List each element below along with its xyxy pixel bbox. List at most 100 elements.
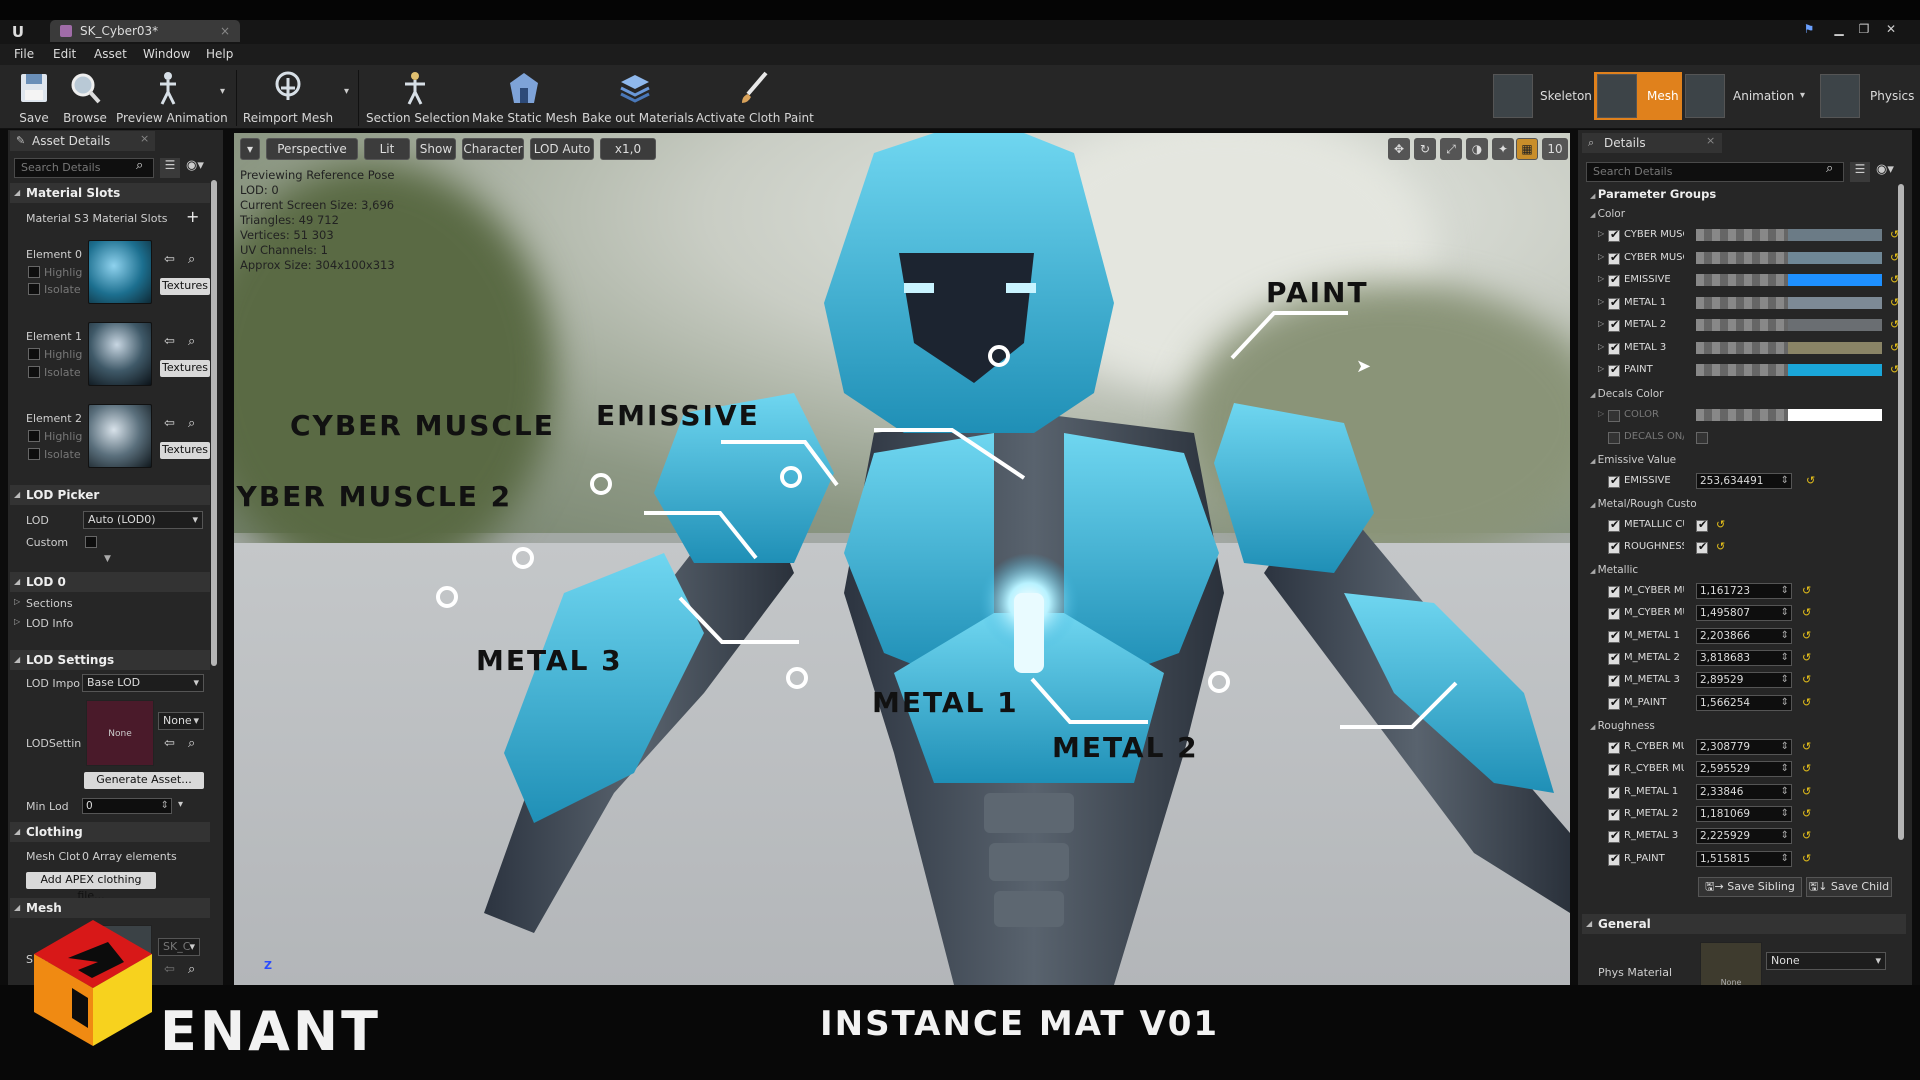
metal-rough-group-header[interactable]: Metal/Rough Custo bbox=[1590, 498, 1697, 510]
lit-button[interactable]: Lit bbox=[364, 138, 410, 160]
param-row-scalar[interactable]: R_PAINT 1,515815 ↺ bbox=[1590, 850, 1890, 870]
reset-icon[interactable]: ↺ bbox=[1802, 740, 1811, 753]
lod-settings-thumbnail[interactable]: None bbox=[86, 700, 154, 766]
skeleton-mode-icon[interactable] bbox=[1493, 74, 1533, 118]
param-row-scalar[interactable]: R_CYBER MUS 2,595529 ↺ bbox=[1590, 760, 1890, 780]
color-swatch[interactable] bbox=[1696, 319, 1882, 331]
reset-icon[interactable]: ↺ bbox=[1802, 807, 1811, 820]
isolate-checkbox[interactable] bbox=[28, 448, 40, 460]
save-sibling-button[interactable]: 🖫→ Save Sibling bbox=[1698, 877, 1802, 897]
material-thumbnail[interactable] bbox=[88, 322, 152, 386]
browse-asset-icon[interactable]: ⌕ bbox=[188, 334, 195, 349]
reset-icon[interactable]: ↺ bbox=[1716, 518, 1725, 531]
param-value-input[interactable]: 253,634491 bbox=[1696, 473, 1792, 489]
minimize-icon[interactable]: ▁ bbox=[1830, 20, 1848, 38]
perspective-button[interactable]: Perspective bbox=[266, 138, 358, 160]
menu-file[interactable]: File bbox=[14, 44, 34, 65]
lod0-header[interactable]: LOD 0 bbox=[10, 572, 210, 592]
isolate-checkbox[interactable] bbox=[28, 366, 40, 378]
param-checkbox[interactable] bbox=[1608, 629, 1620, 643]
color-swatch[interactable] bbox=[1696, 341, 1882, 354]
view-options-icon[interactable]: ☰ bbox=[1850, 162, 1870, 182]
param-value-input[interactable]: 2,203866 bbox=[1696, 627, 1792, 644]
min-lod-input[interactable]: 0 bbox=[82, 798, 172, 814]
use-selected-icon[interactable]: ⇦ bbox=[164, 416, 175, 431]
param-value-input[interactable]: 1,495807 bbox=[1696, 605, 1792, 622]
param-row-scalar[interactable]: M_METAL 3 2,89529 ↺ bbox=[1590, 671, 1890, 691]
animation-dropdown-icon[interactable]: ▾ bbox=[1800, 90, 1805, 101]
skeleton-select[interactable]: SK_C bbox=[158, 938, 200, 956]
eye-icon[interactable]: ◉▾ bbox=[1876, 162, 1894, 177]
expand-icon[interactable]: ▷ bbox=[1598, 252, 1604, 261]
phys-material-select[interactable]: None bbox=[1766, 952, 1886, 970]
mesh-mode-icon[interactable] bbox=[1597, 74, 1637, 118]
highlight-checkbox[interactable] bbox=[28, 430, 40, 442]
clothing-header[interactable]: Clothing bbox=[10, 822, 210, 842]
param-checkbox[interactable] bbox=[1608, 762, 1620, 777]
param-toggle[interactable] bbox=[1696, 518, 1708, 532]
param-checkbox[interactable] bbox=[1608, 410, 1620, 422]
textures-button[interactable]: Textures bbox=[160, 442, 210, 459]
param-checkbox[interactable] bbox=[1608, 251, 1620, 265]
physics-mode-icon[interactable] bbox=[1820, 74, 1860, 118]
min-lod-dropdown-icon[interactable]: ▾ bbox=[178, 799, 183, 810]
sections-item[interactable]: Sections bbox=[26, 597, 73, 610]
mesh-mode-button[interactable]: Mesh bbox=[1647, 70, 1679, 122]
expand-arrow-icon[interactable]: ▼ bbox=[104, 554, 111, 564]
general-header[interactable]: General bbox=[1582, 914, 1906, 934]
param-row-color[interactable]: ▷ COLOR bbox=[1590, 406, 1890, 426]
param-checkbox[interactable] bbox=[1608, 318, 1620, 332]
expand-icon[interactable]: ▷ bbox=[1598, 274, 1604, 283]
left-search-input[interactable]: Search Details bbox=[14, 158, 154, 178]
menu-help[interactable]: Help bbox=[206, 44, 233, 65]
color-group-header[interactable]: Color bbox=[1590, 208, 1625, 220]
world-local-icon[interactable]: ◑ bbox=[1466, 138, 1488, 160]
param-checkbox[interactable] bbox=[1608, 474, 1620, 488]
viewport-menu-button[interactable]: ▾ bbox=[240, 138, 260, 160]
param-checkbox[interactable] bbox=[1608, 296, 1620, 310]
browse-button[interactable]: Browse bbox=[60, 66, 110, 128]
param-checkbox[interactable] bbox=[1608, 606, 1620, 621]
param-value-input[interactable]: 2,33846 bbox=[1696, 783, 1792, 800]
details-tab[interactable]: Details bbox=[1582, 133, 1722, 153]
preview-animation-button[interactable]: Preview Animation bbox=[116, 66, 228, 128]
browse-asset-icon[interactable]: ⌕ bbox=[188, 416, 195, 431]
parameter-groups-header[interactable]: Parameter Groups bbox=[1590, 187, 1716, 201]
generate-asset-button[interactable]: Generate Asset... bbox=[84, 772, 204, 789]
reset-icon[interactable]: ↺ bbox=[1802, 829, 1811, 842]
save-button[interactable]: Save bbox=[10, 66, 58, 128]
reimport-mesh-button[interactable]: Reimport Mesh bbox=[242, 66, 334, 128]
close-tab-icon[interactable]: × bbox=[220, 20, 230, 42]
decals-toggle[interactable] bbox=[1696, 432, 1708, 444]
param-value-input[interactable]: 2,308779 bbox=[1696, 739, 1792, 755]
highlight-checkbox[interactable] bbox=[28, 348, 40, 360]
close-window-icon[interactable]: ✕ bbox=[1882, 20, 1900, 38]
param-checkbox[interactable] bbox=[1608, 852, 1620, 866]
param-value-input[interactable]: 2,595529 bbox=[1696, 761, 1792, 778]
highlight-checkbox[interactable] bbox=[28, 266, 40, 278]
character-button[interactable]: Character bbox=[462, 138, 524, 160]
param-checkbox[interactable] bbox=[1608, 518, 1620, 532]
animation-mode-button[interactable]: Animation bbox=[1733, 70, 1794, 122]
isolate-checkbox[interactable] bbox=[28, 283, 40, 295]
reimport-dropdown-icon[interactable]: ▾ bbox=[344, 86, 349, 97]
reset-icon[interactable]: ↺ bbox=[1802, 852, 1811, 865]
param-row-color[interactable]: ▷EMISSIVE↺ bbox=[1590, 271, 1899, 291]
lod-settings-select[interactable]: None bbox=[158, 712, 204, 730]
param-row-color[interactable]: ▷CYBER MUSCL↺ bbox=[1590, 226, 1899, 246]
color-swatch[interactable] bbox=[1696, 229, 1882, 241]
reset-icon[interactable]: ↺ bbox=[1802, 696, 1811, 709]
translate-icon[interactable]: ✥ bbox=[1388, 138, 1410, 160]
menu-window[interactable]: Window bbox=[143, 44, 190, 65]
param-value-input[interactable]: 3,818683 bbox=[1696, 649, 1792, 666]
param-row-roughness-custom[interactable]: ROUGHNESS C ↺ bbox=[1590, 538, 1890, 558]
param-row-scalar[interactable]: R_METAL 3 2,225929 ↺ bbox=[1590, 827, 1890, 847]
param-checkbox[interactable] bbox=[1608, 228, 1620, 242]
use-selected-icon[interactable]: ⇦ bbox=[164, 736, 175, 751]
param-checkbox[interactable] bbox=[1608, 341, 1620, 355]
param-value-input[interactable]: 1,181069 bbox=[1696, 805, 1792, 822]
param-row-color[interactable]: ▷METAL 1↺ bbox=[1590, 294, 1899, 314]
param-value-input[interactable]: 1,515815 bbox=[1696, 850, 1792, 867]
document-tab[interactable]: SK_Cyber03* × bbox=[50, 20, 240, 42]
skeleton-mode-button[interactable]: Skeleton bbox=[1540, 70, 1592, 122]
